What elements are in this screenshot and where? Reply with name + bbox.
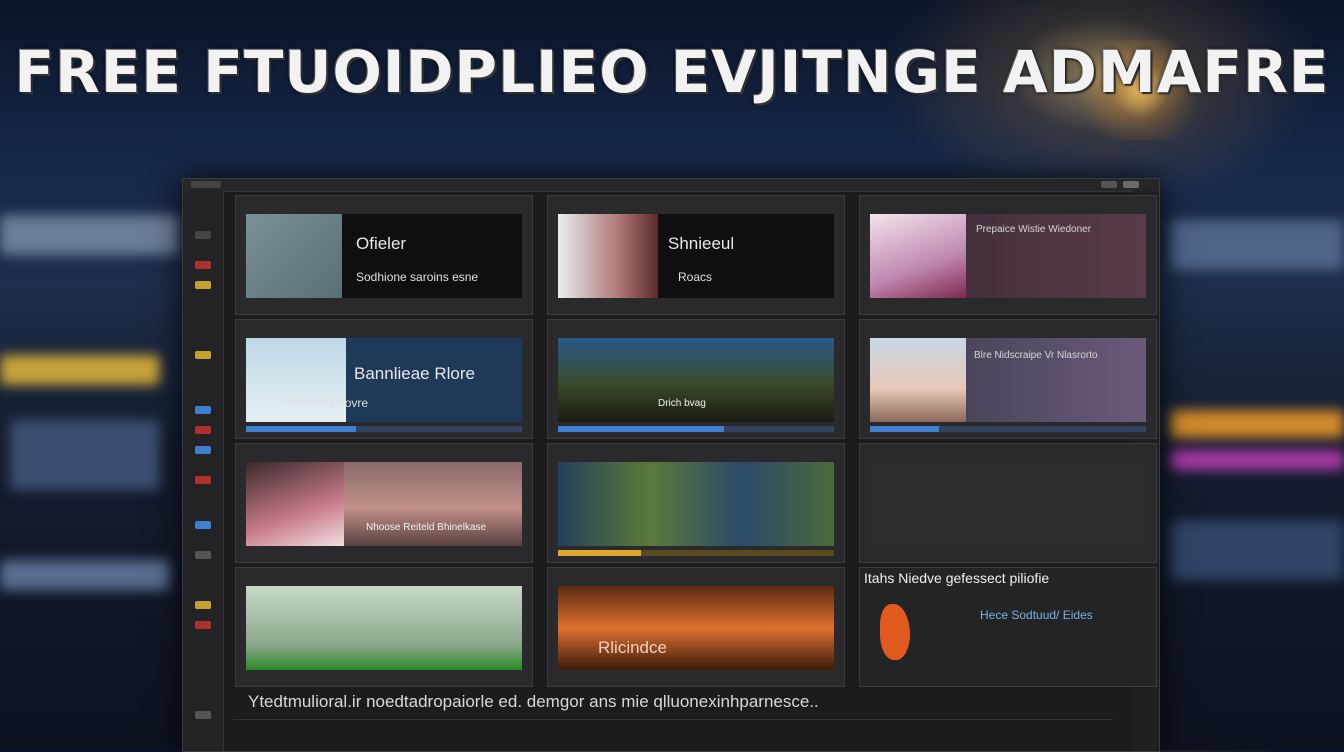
tool-button-9[interactable] bbox=[195, 521, 211, 529]
clip-panel-6[interactable]: Blre Nidscraipe Vr Nlasrorto bbox=[859, 319, 1157, 439]
footer-divider bbox=[233, 719, 1113, 720]
clip-timeline-bar[interactable] bbox=[558, 426, 834, 432]
clip-subtitle: Roacs bbox=[678, 270, 713, 284]
clip-preview bbox=[558, 462, 834, 546]
clip-subtitle: Nhoose Reiteld Bhinelkase bbox=[366, 522, 487, 533]
editor-window: Ofieler Sodhione saroins esne Shnieeul R… bbox=[182, 178, 1160, 752]
orange-shape-icon bbox=[880, 604, 910, 660]
clip-panel-12[interactable]: Itahs Niedve gefessect piliofie Hece Sod… bbox=[859, 567, 1157, 687]
clip-subtitle: Sodhione saroins esne bbox=[356, 270, 479, 284]
caption-text: Ytedtmulioral.ir noedtadropaiorle ed. de… bbox=[248, 692, 819, 711]
clip-preview: Nhoose Reiteld Bhinelkase bbox=[246, 462, 522, 546]
background-blur-right-3 bbox=[1170, 450, 1344, 470]
tool-button-6[interactable] bbox=[195, 426, 211, 434]
clip-panel-11[interactable]: Rlicindce bbox=[547, 567, 845, 687]
clip-title: Shnieeul bbox=[668, 234, 735, 253]
clip-thumbnail bbox=[558, 214, 658, 298]
clip-panel-10[interactable] bbox=[235, 567, 533, 687]
clip-title: Ofieler bbox=[356, 234, 407, 253]
background-blur-left-4 bbox=[0, 560, 170, 590]
clip-preview: Shnieeul Roacs bbox=[558, 214, 834, 298]
menu-icon[interactable] bbox=[191, 181, 221, 188]
clip-panel-5[interactable]: Drich bvag bbox=[547, 319, 845, 439]
clip-subtitle: Whoide Bhovre bbox=[286, 396, 369, 410]
clip-thumbnail bbox=[870, 214, 966, 298]
background-blur-left-3 bbox=[10, 420, 160, 490]
left-tool-rail bbox=[183, 191, 224, 751]
clip-preview bbox=[870, 462, 1146, 546]
clip-panel-8[interactable] bbox=[547, 443, 845, 563]
tool-button-13[interactable] bbox=[195, 711, 211, 719]
clip-panel-7[interactable]: Nhoose Reiteld Bhinelkase bbox=[235, 443, 533, 563]
background-blur-right-2 bbox=[1170, 410, 1344, 438]
clip-preview: Prepaice Wistie Wiedoner bbox=[870, 214, 1146, 298]
clip-panel-3[interactable]: Prepaice Wistie Wiedoner bbox=[859, 195, 1157, 315]
background-blur-left-1 bbox=[0, 215, 180, 255]
window-toolbar bbox=[183, 179, 1159, 192]
background-blur-left-2 bbox=[0, 355, 160, 385]
clip-title: Bannlieae Rlore bbox=[354, 364, 475, 383]
clip-timeline-bar[interactable] bbox=[870, 426, 1146, 432]
tool-button-7[interactable] bbox=[195, 446, 211, 454]
clip-panel-4[interactable]: Bannlieae Rlore Whoide Bhovre bbox=[235, 319, 533, 439]
clip-preview: Bannlieae Rlore Whoide Bhovre bbox=[246, 338, 522, 422]
clip-header: Itahs Niedve gefessect piliofie bbox=[864, 570, 1050, 586]
clip-panel-2[interactable]: Shnieeul Roacs bbox=[547, 195, 845, 315]
clip-preview: Drich bvag bbox=[558, 338, 834, 422]
clip-panel-9[interactable] bbox=[859, 443, 1157, 563]
minimize-button[interactable] bbox=[1101, 181, 1117, 188]
tool-button-12[interactable] bbox=[195, 621, 211, 629]
background-blur-right-1 bbox=[1170, 220, 1344, 270]
clip-title: Rlicindce bbox=[598, 638, 667, 657]
clip-subtitle: Drich bvag bbox=[658, 398, 706, 409]
clip-timeline-bar[interactable] bbox=[558, 550, 834, 556]
clip-preview: Ofieler Sodhione saroins esne bbox=[246, 214, 522, 298]
clip-subtitle: Prepaice Wistie Wiedoner bbox=[976, 224, 1092, 235]
tool-button-1[interactable] bbox=[195, 231, 211, 239]
tool-button-3[interactable] bbox=[195, 281, 211, 289]
tool-button-2[interactable] bbox=[195, 261, 211, 269]
tool-button-11[interactable] bbox=[195, 601, 211, 609]
tool-button-10[interactable] bbox=[195, 551, 211, 559]
background-blur-right-4 bbox=[1170, 520, 1344, 580]
clip-subtitle: Blre Nidscraipe Vr Nlasrorto bbox=[974, 350, 1098, 361]
tool-button-5[interactable] bbox=[195, 406, 211, 414]
clip-preview: Rlicindce bbox=[558, 586, 834, 670]
tool-button-8[interactable] bbox=[195, 476, 211, 484]
clip-timeline-bar[interactable] bbox=[246, 426, 522, 432]
clip-panel-1[interactable]: Ofieler Sodhione saroins esne bbox=[235, 195, 533, 315]
clip-thumbnail bbox=[870, 338, 966, 422]
tool-button-4[interactable] bbox=[195, 351, 211, 359]
clip-subtitle: Hece Sodtuud/ Eides bbox=[980, 608, 1093, 622]
close-button[interactable] bbox=[1123, 181, 1139, 188]
clip-preview bbox=[246, 586, 522, 670]
clip-preview: Blre Nidscraipe Vr Nlasrorto bbox=[870, 338, 1146, 422]
clip-thumbnail bbox=[246, 214, 342, 298]
clip-thumbnail bbox=[246, 462, 344, 546]
hero-headline: FREE FTUOIDPLIEO EVJITNGE ADMAFRE bbox=[14, 38, 1330, 106]
